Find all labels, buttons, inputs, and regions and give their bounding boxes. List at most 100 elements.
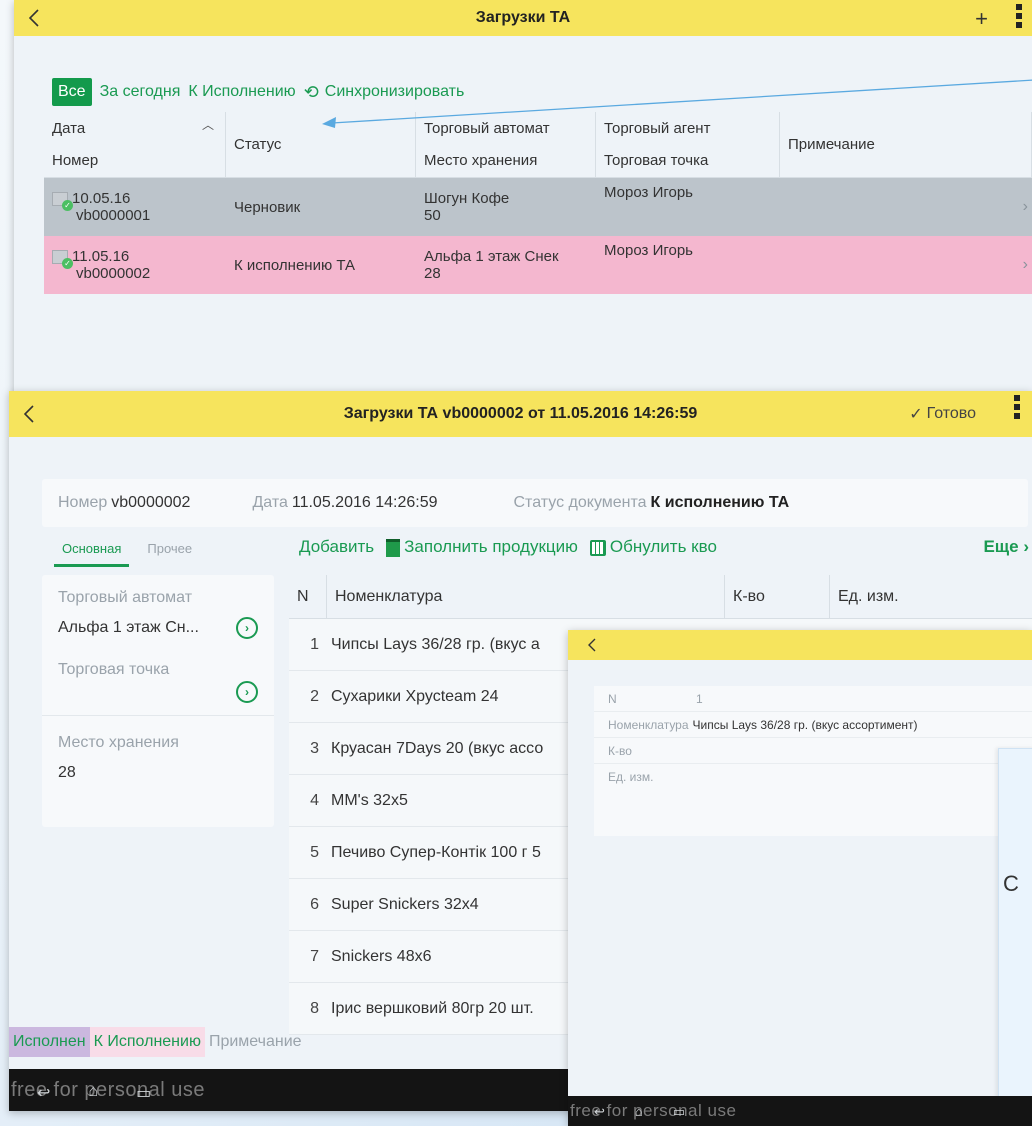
column-qty[interactable]: К-во (725, 575, 830, 618)
add-button[interactable]: Добавить (299, 537, 374, 557)
column-unit[interactable]: Ед. изм. (830, 575, 1032, 618)
status-value: К исполнению ТА (650, 494, 790, 511)
row-storage: 28 (424, 265, 441, 282)
page-title: Загрузки ТА (475, 9, 571, 26)
back-icon[interactable] (17, 391, 41, 437)
n-label: N (608, 691, 617, 706)
done-button[interactable]: ✓ Готово (909, 391, 976, 437)
nav-recent-icon[interactable]: ▭ (136, 1083, 151, 1103)
field-n[interactable]: N 1 (594, 686, 1032, 712)
column-note[interactable]: Примечание (780, 112, 1032, 177)
item-name: MM's 32x5 (331, 791, 408, 809)
zero-qty-label: Обнулить кво (609, 537, 717, 556)
more-label: Еще (983, 537, 1019, 556)
back-icon[interactable] (22, 0, 46, 36)
page-title: Загрузки ТА vb0000002 от 11.05.2016 14:2… (343, 405, 698, 422)
table-header: Дата Номер Статус Торговый автомат Место… (44, 112, 1032, 178)
filter-all-button[interactable]: Все (52, 78, 92, 106)
n-value: 1 (696, 691, 703, 706)
number-label: Номер (58, 494, 108, 511)
column-vending-storage[interactable]: Торговый автомат Место хранения (416, 112, 596, 177)
table-header: N Номенклатура К-во Ед. изм. (289, 575, 1032, 619)
item-name: Snickers 48x6 (331, 947, 432, 965)
status-label: Статус документа (513, 494, 647, 511)
nav-home-icon[interactable]: ⌂ (635, 1104, 643, 1120)
kebab-icon[interactable] (1014, 395, 1020, 419)
top-bar (568, 630, 1032, 660)
date-value: 11.05.2016 14:26:59 (291, 494, 438, 511)
row-status-cell: Черновик (226, 178, 416, 236)
item-name: Ірис вершковий 80гр 20 шт. (331, 999, 534, 1017)
storage-label: Место хранения (58, 734, 179, 751)
item-detail-screen: N 1 Номенклатура Чипсы Lays 36/28 гр. (в… (568, 630, 1032, 1126)
circle-arrow-icon[interactable]: › (236, 681, 258, 703)
field-name[interactable]: Номенклатура Чипсы Lays 36/28 гр. (вкус … (594, 712, 1032, 738)
column-agent-point[interactable]: Торговый агент Торговая точка (596, 112, 780, 177)
more-button[interactable]: Еще › (983, 537, 1029, 557)
legend-done[interactable]: Исполнен (9, 1027, 90, 1057)
checkmark-icon: ✓ (909, 406, 923, 423)
table-row[interactable]: 11.05.16 vb0000002 К исполнению ТА Альфа… (44, 236, 1032, 294)
plus-icon[interactable]: + (975, 6, 988, 32)
side-dialog[interactable]: С (998, 748, 1032, 1116)
item-n: 7 (310, 947, 319, 965)
document-check-icon (52, 192, 73, 212)
sync-button[interactable]: ⟲ Синхронизировать (304, 83, 465, 101)
point-label: Торговая точка (58, 661, 170, 678)
tab-main[interactable]: Основная (54, 541, 130, 567)
nav-back-icon[interactable]: ↩ (37, 1083, 50, 1103)
circle-arrow-icon[interactable]: › (236, 617, 258, 639)
column-note-label: Примечание (788, 136, 875, 153)
item-n: 4 (310, 791, 319, 809)
column-number: Номер (52, 152, 99, 170)
document-check-icon (52, 250, 73, 270)
row-note-cell (780, 236, 1032, 294)
item-name: Печиво Супер-Контік 100 г 5 (331, 843, 541, 861)
item-n: 8 (310, 999, 319, 1017)
filter-to-exec-button[interactable]: К Исполнению (188, 83, 295, 101)
documents-list-screen: Загрузки ТА + Все За сегодня К Исполнени… (14, 0, 1032, 395)
sort-asc-icon[interactable]: ︿ (202, 116, 214, 133)
legend-note[interactable]: Примечание (205, 1027, 306, 1057)
item-fields: N 1 Номенклатура Чипсы Lays 36/28 гр. (в… (594, 686, 1032, 836)
back-icon[interactable] (580, 630, 604, 660)
tab-other[interactable]: Прочее (145, 541, 194, 567)
fill-icon (386, 538, 401, 557)
table-row[interactable]: 10.05.16 vb0000001 Черновик Шогун Кофе 5… (44, 178, 1032, 236)
fill-products-button[interactable]: Заполнить продукцию (386, 537, 578, 557)
column-n[interactable]: N (289, 575, 327, 618)
nav-home-icon[interactable]: ⌂ (88, 1083, 98, 1103)
row-number: vb0000002 (76, 265, 151, 282)
kebab-icon[interactable] (1016, 4, 1022, 28)
nav-icons: ↩ ⌂ ▭ (37, 1083, 151, 1103)
nav-recent-icon[interactable]: ▭ (673, 1104, 685, 1120)
column-point: Торговая точка (604, 152, 709, 170)
row-date: 11.05.16 (72, 248, 130, 265)
column-status-label: Статус (234, 136, 282, 153)
name-label: Номенклатура (608, 717, 689, 732)
row-note-cell (780, 178, 1032, 236)
vending-value: Альфа 1 этаж Сн... (58, 619, 199, 636)
nav-back-icon[interactable]: ↩ (594, 1104, 605, 1120)
vending-field[interactable]: Альфа 1 этаж Сн... › (42, 607, 274, 639)
row-date-number: 11.05.16 vb0000002 (44, 236, 226, 294)
row-date-number: 10.05.16 vb0000001 (44, 178, 226, 236)
column-name[interactable]: Номенклатура (327, 575, 725, 618)
filter-bar: Все За сегодня К Исполнению ⟲ Синхронизи… (52, 78, 464, 106)
field-qty[interactable]: К-во (594, 738, 1032, 764)
column-vending: Торговый автомат (424, 119, 550, 137)
row-agent: Мороз Игорь (604, 242, 693, 259)
item-n: 5 (310, 843, 319, 861)
point-field[interactable]: › (42, 679, 274, 716)
chevron-right-icon: › (1022, 256, 1028, 273)
row-date-line: 11.05.16 (52, 248, 218, 270)
zero-qty-button[interactable]: Обнулить кво (589, 537, 717, 557)
row-vending-cell: Альфа 1 этаж Снек 28 (416, 236, 596, 294)
legend-exec[interactable]: К Исполнению (89, 1027, 205, 1057)
filter-today-button[interactable]: За сегодня (100, 83, 181, 101)
number-value: vb0000002 (111, 494, 191, 511)
column-date-number[interactable]: Дата Номер (44, 112, 226, 177)
column-status[interactable]: Статус (226, 112, 416, 177)
field-unit[interactable]: Ед. изм. (594, 764, 1032, 790)
nav-icons: ↩ ⌂ ▭ (594, 1104, 685, 1120)
